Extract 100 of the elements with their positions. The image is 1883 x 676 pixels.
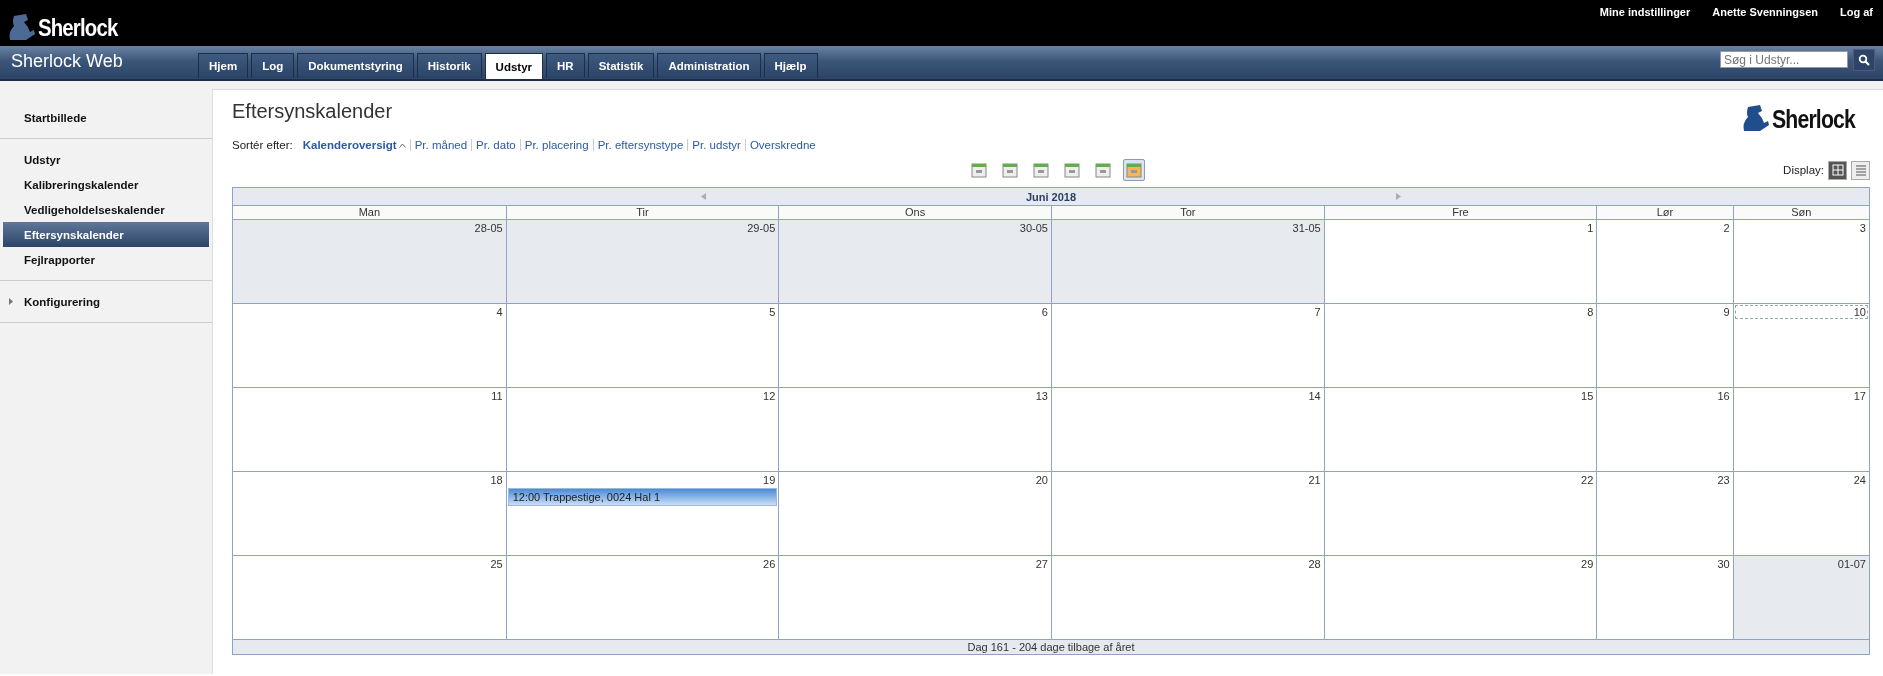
day-cell[interactable]: 14	[1051, 387, 1324, 471]
day-cell[interactable]: 30	[1596, 555, 1733, 639]
weekday-header: Søn	[1732, 205, 1869, 219]
next-arrow-icon[interactable]	[1396, 193, 1402, 200]
sidebar-item[interactable]: Konfigurering	[3, 289, 209, 314]
header-link[interactable]: Log af	[1840, 6, 1873, 18]
page-title: Eftersynskalender	[232, 100, 393, 123]
calendar-view-button[interactable]	[1123, 159, 1145, 181]
day-cell[interactable]: 1	[1323, 219, 1597, 303]
sort-link[interactable]: Overskredne	[744, 139, 820, 151]
day-number: 01-07	[1836, 557, 1867, 571]
day-cell[interactable]: 28	[1051, 555, 1324, 639]
day-cell[interactable]: 19 12:00 Trappestige, 0024 Hal 1	[505, 471, 779, 555]
day-cell[interactable]: 29	[1323, 555, 1597, 639]
day-cell[interactable]: 23	[1596, 471, 1733, 555]
day-cell[interactable]: 2	[1596, 219, 1733, 303]
day-cell[interactable]: 22	[1323, 471, 1597, 555]
weekday-header: Lør	[1596, 205, 1733, 219]
sort-link[interactable]: Pr. placering	[519, 139, 593, 151]
calendar-icon	[971, 162, 987, 178]
sort-link[interactable]: Pr. måned	[409, 139, 472, 151]
day-cell[interactable]: 27	[778, 555, 1051, 639]
search-field[interactable]: Søg i Udstyr...	[1720, 51, 1848, 68]
day-number: 24	[1852, 473, 1867, 487]
day-cell[interactable]: 01-07	[1732, 555, 1869, 639]
sidebar-item[interactable]: Eftersynskalender	[3, 222, 209, 247]
day-number: 18	[489, 473, 504, 487]
nav-tab[interactable]: Hjem	[198, 53, 249, 78]
day-cell[interactable]: 10	[1732, 303, 1869, 387]
day-cell[interactable]: 15	[1323, 387, 1597, 471]
day-number: 10	[1734, 305, 1868, 319]
nav-tab[interactable]: Dokumentstyring	[297, 53, 414, 78]
header-link[interactable]: Mine indstillinger	[1599, 6, 1691, 18]
day-cell[interactable]: 17	[1732, 387, 1869, 471]
sort-link[interactable]: Kalenderoversigt	[298, 139, 410, 151]
day-number: 15	[1580, 389, 1595, 403]
day-cell[interactable]: 29-05	[505, 219, 779, 303]
previous-arrow-icon[interactable]	[700, 193, 706, 200]
day-cell[interactable]: 12	[505, 387, 779, 471]
nav-tab[interactable]: Log	[251, 53, 295, 78]
day-cell[interactable]: 21	[1051, 471, 1324, 555]
day-number: 22	[1580, 473, 1595, 487]
nav-tab[interactable]: Udstyr	[484, 53, 544, 79]
day-cell[interactable]: 3	[1732, 219, 1869, 303]
day-cell[interactable]: 20	[778, 471, 1051, 555]
sidebar-item[interactable]: Vedligeholdelseskalender	[3, 197, 209, 222]
day-number: 26	[762, 557, 777, 571]
day-number: 28-05	[473, 221, 504, 235]
day-number: 11	[490, 389, 504, 403]
day-number: 7	[1313, 305, 1322, 319]
day-cell[interactable]: 9	[1596, 303, 1733, 387]
sidebar-item[interactable]: Udstyr	[3, 147, 209, 172]
day-cell[interactable]: 24	[1732, 471, 1869, 555]
day-cell[interactable]: 28-05	[233, 219, 506, 303]
day-cell[interactable]: 31-05	[1051, 219, 1324, 303]
header-link[interactable]: Anette Svenningsen	[1712, 6, 1818, 18]
logo-text: Sherlock	[1772, 105, 1856, 134]
weekday-header: Fre	[1323, 205, 1597, 219]
day-number: 29	[1580, 557, 1595, 571]
day-cell[interactable]: 7	[1051, 303, 1324, 387]
search-button[interactable]	[1853, 49, 1875, 71]
day-cell[interactable]: 13	[778, 387, 1051, 471]
sort-link[interactable]: Pr. dato	[471, 139, 520, 151]
day-number: 20	[1034, 473, 1049, 487]
day-number: 29-05	[746, 221, 777, 235]
day-number: 27	[1034, 557, 1049, 571]
day-number: 16	[1716, 389, 1731, 403]
sidebar-item[interactable]: Startbillede	[3, 105, 209, 130]
day-cell[interactable]: 5	[505, 303, 779, 387]
day-number: 23	[1716, 473, 1731, 487]
calendar-icon	[1064, 162, 1080, 178]
day-number: 1	[1586, 221, 1595, 235]
day-cell[interactable]: 26	[505, 555, 779, 639]
weekday-header: Ons	[778, 205, 1051, 219]
day-number: 30-05	[1018, 221, 1049, 235]
day-number: 31-05	[1291, 221, 1322, 235]
list-icon	[1854, 164, 1867, 176]
nav-tab[interactable]: Hjælp	[763, 53, 818, 78]
day-number: 21	[1307, 473, 1322, 487]
sort-caret-icon	[398, 142, 406, 148]
day-cell[interactable]: 6	[778, 303, 1051, 387]
sort-link[interactable]: Pr. eftersynstype	[592, 139, 688, 151]
logo-text: Sherlock	[38, 14, 118, 42]
calendar-event[interactable]: 12:00 Trappestige, 0024 Hal 1	[507, 488, 778, 506]
calendar-icon	[1002, 162, 1018, 178]
day-cell[interactable]: 8	[1323, 303, 1597, 387]
nav-tab[interactable]: Statistik	[587, 53, 655, 78]
day-number: 6	[1040, 305, 1049, 319]
sort-link[interactable]: Pr. udstyr	[687, 139, 745, 151]
sidebar-item[interactable]: Kalibreringskalender	[3, 172, 209, 197]
calendar-footer: Dag 161 - 204 dage tilbage af året	[233, 639, 1869, 654]
grid-view-button[interactable]	[1828, 160, 1847, 180]
nav-tab[interactable]: HR	[546, 53, 585, 78]
nav-tab[interactable]: Historik	[416, 53, 482, 78]
day-cell[interactable]: 30-05	[778, 219, 1051, 303]
nav-tab[interactable]: Administration	[657, 53, 761, 78]
day-cell[interactable]: 16	[1596, 387, 1733, 471]
sidebar-item[interactable]: Fejlrapporter	[3, 247, 209, 272]
grid-icon	[1831, 164, 1844, 176]
day-number: 9	[1722, 305, 1731, 319]
